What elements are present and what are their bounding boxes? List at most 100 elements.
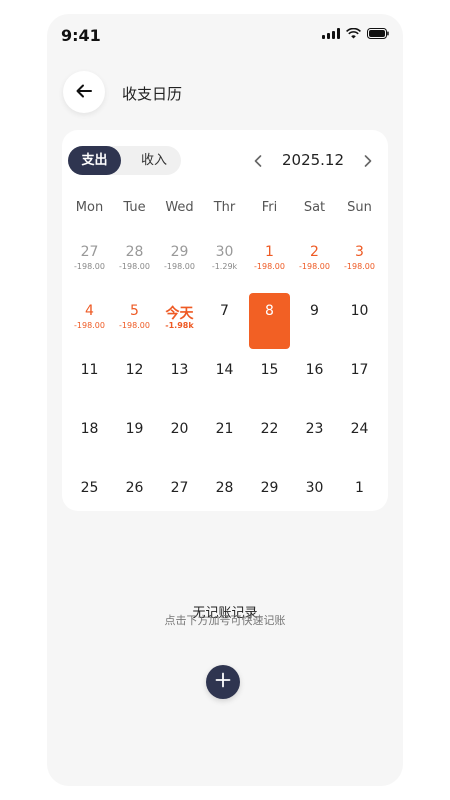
day-cell[interactable]: 18 [69, 411, 110, 467]
day-number: 30 [215, 244, 234, 260]
day-number: 20 [170, 421, 189, 437]
calendar-day[interactable]: 28 -198.00 [112, 230, 157, 289]
day-number: 11 [80, 362, 99, 378]
calendar-day[interactable]: 3 -198.00 [337, 230, 382, 289]
day-number: 今天 [165, 306, 194, 322]
next-month-button[interactable] [358, 150, 378, 172]
calendar-day[interactable]: 2 -198.00 [292, 230, 337, 289]
day-number: 28 [215, 480, 234, 496]
calendar-day[interactable]: 15 [247, 348, 292, 407]
day-cell[interactable]: 1 [339, 470, 380, 526]
day-cell[interactable]: 5 -198.00 [114, 293, 155, 349]
calendar-day[interactable]: 4 -198.00 [67, 289, 112, 348]
day-cell[interactable]: 今天 -1.98k [159, 293, 200, 349]
day-cell[interactable]: 27 -198.00 [69, 234, 110, 290]
prev-month-button[interactable] [248, 150, 268, 172]
day-cell[interactable]: 17 [339, 352, 380, 408]
calendar-day[interactable]: 14 [202, 348, 247, 407]
calendar-day[interactable]: 22 [247, 407, 292, 466]
calendar-day[interactable]: 9 [292, 289, 337, 348]
day-cell[interactable]: 26 [114, 470, 155, 526]
toggle-expense[interactable]: 支出 [68, 146, 121, 175]
day-cell[interactable]: 2 -198.00 [294, 234, 335, 290]
day-cell[interactable]: 20 [159, 411, 200, 467]
day-cell[interactable]: 3 -198.00 [339, 234, 380, 290]
day-cell[interactable]: 11 [69, 352, 110, 408]
day-cell[interactable]: 29 -198.00 [159, 234, 200, 290]
day-cell[interactable]: 4 -198.00 [69, 293, 110, 349]
calendar-week: 18 19 20 21 22 23 24 [67, 407, 382, 466]
day-number: 3 [355, 244, 364, 260]
day-number: 1 [355, 480, 364, 496]
day-cell[interactable]: 24 [339, 411, 380, 467]
day-cell[interactable]: 1 -198.00 [249, 234, 290, 290]
day-cell[interactable]: 8 [249, 293, 290, 349]
calendar-day[interactable]: 23 [292, 407, 337, 466]
calendar-day[interactable]: 29 -198.00 [157, 230, 202, 289]
day-cell[interactable]: 16 [294, 352, 335, 408]
weekday-label: Thr [213, 200, 236, 215]
calendar-day[interactable]: 21 [202, 407, 247, 466]
calendar-day[interactable]: 27 [157, 466, 202, 525]
day-cell[interactable]: 22 [249, 411, 290, 467]
day-cell[interactable]: 29 [249, 470, 290, 526]
calendar-day[interactable]: 26 [112, 466, 157, 525]
calendar-day[interactable]: 30 -1.29k [202, 230, 247, 289]
day-cell[interactable]: 21 [204, 411, 245, 467]
day-number: 29 [170, 244, 189, 260]
day-amount: -198.00 [119, 321, 150, 330]
calendar-day[interactable]: 7 [202, 289, 247, 348]
day-cell[interactable]: 12 [114, 352, 155, 408]
calendar-day[interactable]: 25 [67, 466, 112, 525]
arrow-left-icon [76, 83, 92, 102]
type-toggle: 支出 收入 [68, 146, 181, 175]
toggle-income[interactable]: 收入 [128, 146, 180, 175]
status-bar: 9:41 [47, 14, 403, 54]
day-cell[interactable]: 28 -198.00 [114, 234, 155, 290]
calendar-day[interactable]: 13 [157, 348, 202, 407]
back-button[interactable] [63, 71, 105, 113]
day-cell[interactable]: 25 [69, 470, 110, 526]
day-cell[interactable]: 13 [159, 352, 200, 408]
day-cell[interactable]: 19 [114, 411, 155, 467]
calendar-day[interactable]: 16 [292, 348, 337, 407]
calendar-day[interactable]: 20 [157, 407, 202, 466]
day-cell[interactable]: 30 [294, 470, 335, 526]
calendar-day[interactable]: 27 -198.00 [67, 230, 112, 289]
day-cell[interactable]: 15 [249, 352, 290, 408]
day-cell[interactable]: 28 [204, 470, 245, 526]
battery-icon [367, 28, 389, 39]
day-number: 23 [305, 421, 324, 437]
day-cell[interactable]: 30 -1.29k [204, 234, 245, 290]
calendar-day[interactable]: 1 [337, 466, 382, 525]
day-cell[interactable]: 14 [204, 352, 245, 408]
calendar-day[interactable]: 11 [67, 348, 112, 407]
calendar-day[interactable]: 18 [67, 407, 112, 466]
day-cell[interactable]: 7 [204, 293, 245, 349]
calendar-day-today[interactable]: 今天 -1.98k [157, 289, 202, 348]
calendar-day[interactable]: 28 [202, 466, 247, 525]
calendar-day[interactable]: 19 [112, 407, 157, 466]
calendar-day[interactable]: 5 -198.00 [112, 289, 157, 348]
calendar-day-selected[interactable]: 8 [247, 289, 292, 349]
day-number: 29 [260, 480, 279, 496]
weekday-label: Fri [261, 200, 278, 215]
calendar-day[interactable]: 10 [337, 289, 382, 348]
calendar-day[interactable]: 1 -198.00 [247, 230, 292, 289]
day-number: 1 [265, 244, 274, 260]
calendar-day[interactable]: 29 [247, 466, 292, 525]
day-number: 21 [215, 421, 234, 437]
calendar-day[interactable]: 17 [337, 348, 382, 407]
calendar-card: 支出 收入 2025.12 Mon Tue Wed Thr Fri Sat Su… [62, 130, 388, 511]
day-cell[interactable]: 23 [294, 411, 335, 467]
day-number: 15 [260, 362, 279, 378]
day-cell[interactable]: 9 [294, 293, 335, 349]
calendar-day[interactable]: 30 [292, 466, 337, 525]
add-record-button[interactable] [206, 665, 240, 699]
day-cell[interactable]: 10 [339, 293, 380, 349]
calendar-day[interactable]: 24 [337, 407, 382, 466]
day-number: 27 [80, 244, 99, 260]
day-number: 7 [220, 303, 229, 319]
day-cell[interactable]: 27 [159, 470, 200, 526]
calendar-day[interactable]: 12 [112, 348, 157, 407]
